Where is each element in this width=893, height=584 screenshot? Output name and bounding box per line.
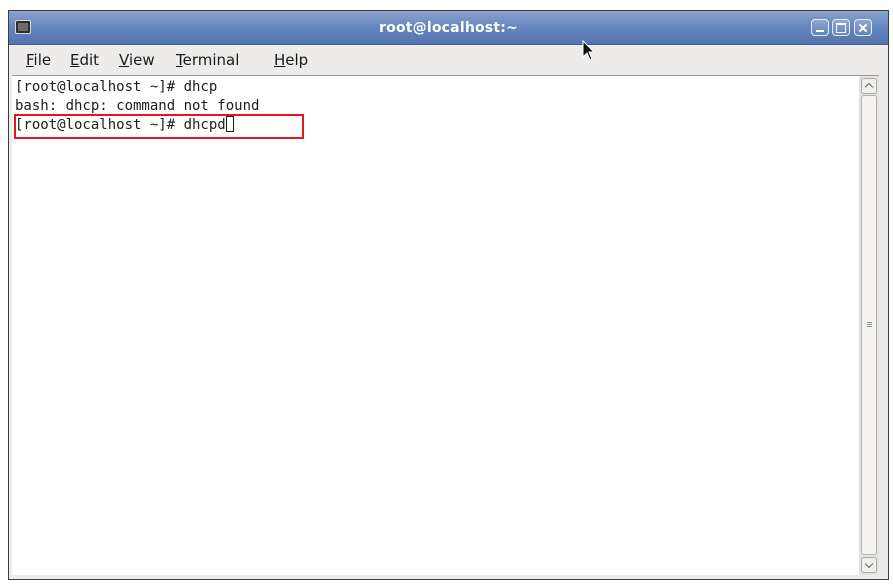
minimize-button[interactable] bbox=[811, 19, 829, 36]
terminal-output[interactable]: [root@localhost ~]# dhcp bash: dhcp: com… bbox=[12, 75, 859, 575]
terminal-prompt-line: [root@localhost ~]# dhcpd bbox=[15, 116, 859, 135]
grip-icon bbox=[867, 322, 872, 323]
mouse-pointer-icon bbox=[582, 40, 596, 61]
window-title: root@localhost:~ bbox=[379, 20, 518, 36]
scroll-thumb[interactable] bbox=[861, 95, 877, 555]
terminal-window: root@localhost:~ File Edit View Terminal… bbox=[8, 10, 889, 580]
scroll-up-icon[interactable] bbox=[861, 78, 877, 94]
scroll-down-icon[interactable] bbox=[861, 557, 877, 573]
menu-help[interactable]: Help bbox=[272, 51, 310, 69]
vertical-scrollbar[interactable] bbox=[859, 75, 879, 575]
menu-file[interactable]: File bbox=[24, 51, 53, 69]
terminal-line: bash: dhcp: command not found bbox=[15, 98, 260, 114]
menu-terminal[interactable]: Terminal bbox=[174, 51, 241, 69]
text-cursor bbox=[225, 116, 234, 132]
menu-view[interactable]: View bbox=[117, 51, 157, 69]
maximize-button[interactable] bbox=[832, 19, 850, 36]
menu-edit[interactable]: Edit bbox=[68, 51, 101, 69]
current-command: [root@localhost ~]# dhcpd bbox=[15, 117, 226, 133]
terminal-line: [root@localhost ~]# dhcp bbox=[15, 79, 218, 95]
close-button[interactable] bbox=[854, 19, 872, 36]
title-bar[interactable]: root@localhost:~ bbox=[9, 11, 888, 45]
menu-bar: File Edit View Terminal Help bbox=[9, 45, 888, 75]
